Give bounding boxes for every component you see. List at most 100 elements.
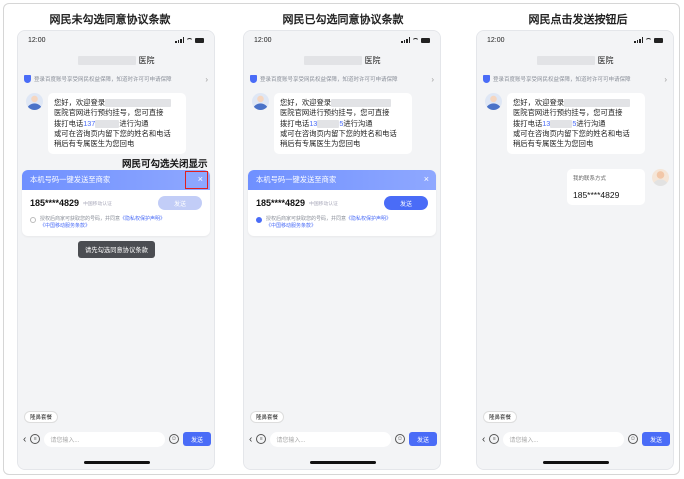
keyboard-icon[interactable]: ≡ (30, 434, 41, 444)
back-icon[interactable]: ‹ (482, 434, 485, 445)
notice-text: 登录百度账号享受网民权益保障，知道时许可可申请保障 (260, 77, 398, 83)
phone-link[interactable]: 13 (542, 119, 550, 128)
phone-screen-2: 12:00 医院 登录百度账号享受网民权益保障，知道时许可可申请保障 › 您好，… (243, 30, 441, 470)
status-time: 12:00 (254, 36, 272, 44)
user-avatar (652, 169, 669, 186)
keyboard-icon[interactable]: ≡ (489, 434, 500, 444)
redacted-hospital-name (77, 55, 136, 65)
bubble-line: 进行沟通 (119, 118, 149, 128)
keyboard-icon[interactable]: ≡ (256, 434, 267, 444)
rights-notice[interactable]: 登录百度账号享受网民权益保障，知道时许可可申请保障 › (244, 71, 440, 87)
agree-text: 授权后商家可获取您的号码，并同意 (266, 216, 347, 222)
card-header: 本机号码一键发送至商家 × (22, 170, 210, 190)
battery-icon (195, 37, 204, 43)
shield-icon (483, 75, 490, 83)
redacted-text (564, 99, 631, 108)
message-row: 您好，欢迎登录 医院官网进行预约挂号，您可直接 拨打电话13 5进行沟通 或可在咨… (244, 93, 440, 155)
status-icons (175, 37, 204, 43)
home-indicator (84, 461, 150, 464)
contact-phone: 185****4829 (573, 190, 620, 200)
contact-label: 我的联系方式 (573, 176, 607, 182)
message-input[interactable]: 请您输入... (503, 431, 624, 447)
phone-screen-3: 12:00 医院 登录百度账号享受网民权益保障，知道时许可可申请保障 › 您好，… (476, 30, 674, 470)
phone-link[interactable]: 13 (309, 119, 317, 128)
carrier-label: 中国移动认证 (309, 201, 338, 207)
phone-link[interactable]: 137 (83, 119, 95, 128)
panel-title-2: 网民已勾选同意协议条款 (282, 14, 404, 26)
bubble-line: 拨打电话 (513, 118, 543, 128)
send-button[interactable]: 发送 (158, 196, 202, 210)
input-bar: ‹ ≡ 请您输入... ☺ 发送 (249, 431, 437, 447)
back-icon[interactable]: ‹ (23, 434, 26, 445)
package-tag[interactable]: 隆鼻套餐 (24, 411, 59, 423)
agree-text: 授权后商家可获取您的号码，并同意 (40, 216, 121, 222)
greeting-bubble: 您好，欢迎登录 医院官网进行预约挂号，您可直接 拨打电话137 进行沟通 或可在咨… (48, 93, 186, 155)
message-send-button[interactable]: 发送 (183, 432, 211, 446)
package-tag[interactable]: 隆鼻套餐 (250, 411, 285, 423)
redacted-hospital-name (536, 55, 595, 65)
status-icons (634, 37, 663, 43)
privacy-link[interactable]: 《隐私权保护声明》 (346, 216, 391, 222)
bubble-line: 或可在咨询页内留下您的姓名和电话 (513, 128, 630, 138)
input-bar: ‹ ≡ 请您输入... ☺ 发送 (23, 431, 211, 447)
message-input[interactable]: 请您输入... (270, 431, 391, 447)
agree-checkbox[interactable] (256, 217, 262, 223)
home-indicator (310, 461, 376, 464)
message-send-button[interactable]: 发送 (642, 432, 670, 446)
redacted-hospital-name (303, 55, 362, 65)
agreement-row: 授权后商家可获取您的号码，并同意《隐私权保护声明》《中国移动服务条款》 (22, 212, 210, 236)
redacted-text (317, 119, 340, 128)
bottom-bar: 隆鼻套餐 ‹ ≡ 请您输入... ☺ 发送 (477, 407, 673, 469)
status-bar: 12:00 (477, 31, 673, 49)
phone-number: 185****4829 (30, 198, 80, 208)
agree-checkbox[interactable] (30, 217, 36, 223)
hospital-suffix: 医院 (138, 55, 155, 65)
phone-row: 185****4829 中国移动认证 发送 (248, 190, 436, 212)
phone-number: 185****4829 (256, 198, 306, 208)
greeting-text: 您好，欢迎登录 (513, 98, 565, 107)
greeting-bubble: 您好，欢迎登录 医院官网进行预约挂号，您可直接 拨打电话13 5进行沟通 或可在咨… (507, 93, 645, 155)
battery-icon (654, 37, 663, 43)
page-title: 医院 (477, 49, 673, 71)
card-header: 本机号码一键发送至商家 × (248, 170, 436, 190)
emoji-icon[interactable]: ☺ (169, 434, 179, 444)
notice-text: 登录百度账号享受网民权益保障，知道时许可可申请保障 (493, 77, 631, 83)
doctor-avatar (26, 93, 43, 110)
doctor-avatar (252, 93, 269, 110)
emoji-icon[interactable]: ☺ (395, 434, 405, 444)
signal-icon (401, 37, 410, 43)
message-send-button[interactable]: 发送 (409, 432, 437, 446)
message-input[interactable]: 请您输入... (44, 431, 165, 447)
bubble-line: 进行沟通 (343, 118, 373, 128)
redacted-text (105, 99, 172, 108)
agreement-text: 授权后商家可获取您的号码，并同意《隐私权保护声明》《中国移动服务条款》 (266, 216, 391, 230)
service-terms-link[interactable]: 《中国移动服务条款》 (40, 223, 90, 229)
package-tag[interactable]: 隆鼻套餐 (483, 411, 518, 423)
greeting-text: 您好，欢迎登录 (54, 98, 106, 107)
close-icon[interactable]: × (424, 174, 429, 184)
bubble-line: 稍后有专属医生为您回电 (513, 139, 594, 149)
status-time: 12:00 (28, 36, 46, 44)
panel-title-3: 网民点击发送按钮后 (528, 14, 628, 26)
highlight-box (185, 171, 208, 189)
privacy-link[interactable]: 《隐私权保护声明》 (120, 216, 165, 222)
wifi-icon (412, 37, 419, 43)
bottom-bar: 隆鼻套餐 ‹ ≡ 请您输入... ☺ 发送 (244, 407, 440, 469)
emoji-icon[interactable]: ☺ (628, 434, 638, 444)
bottom-bar: 隆鼻套餐 ‹ ≡ 请您输入... ☺ 发送 (18, 407, 214, 469)
notice-text: 登录百度账号享受网民权益保障，知道时许可可申请保障 (34, 77, 172, 83)
page-title: 医院 (244, 49, 440, 71)
greeting-bubble: 您好，欢迎登录 医院官网进行预约挂号，您可直接 拨打电话13 5进行沟通 或可在咨… (274, 93, 412, 155)
bubble-line: 或可在咨询页内留下您的姓名和电话 (54, 128, 171, 138)
status-time: 12:00 (487, 36, 505, 44)
signal-icon (634, 37, 643, 43)
bubble-line: 拨打电话 (280, 118, 310, 128)
back-icon[interactable]: ‹ (249, 434, 252, 445)
send-button[interactable]: 发送 (384, 196, 428, 210)
rights-notice[interactable]: 登录百度账号享受网民权益保障，知道时许可可申请保障 › (477, 71, 673, 87)
contact-card: 我的联系方式 185****4829 (567, 169, 645, 205)
rights-notice[interactable]: 登录百度账号享受网民权益保障，知道时许可可申请保障 › (18, 71, 214, 87)
card-title: 本机号码一键发送至商家 (30, 175, 111, 184)
carrier-label: 中国移动认证 (83, 201, 112, 207)
service-terms-link[interactable]: 《中国移动服务条款》 (266, 223, 316, 229)
